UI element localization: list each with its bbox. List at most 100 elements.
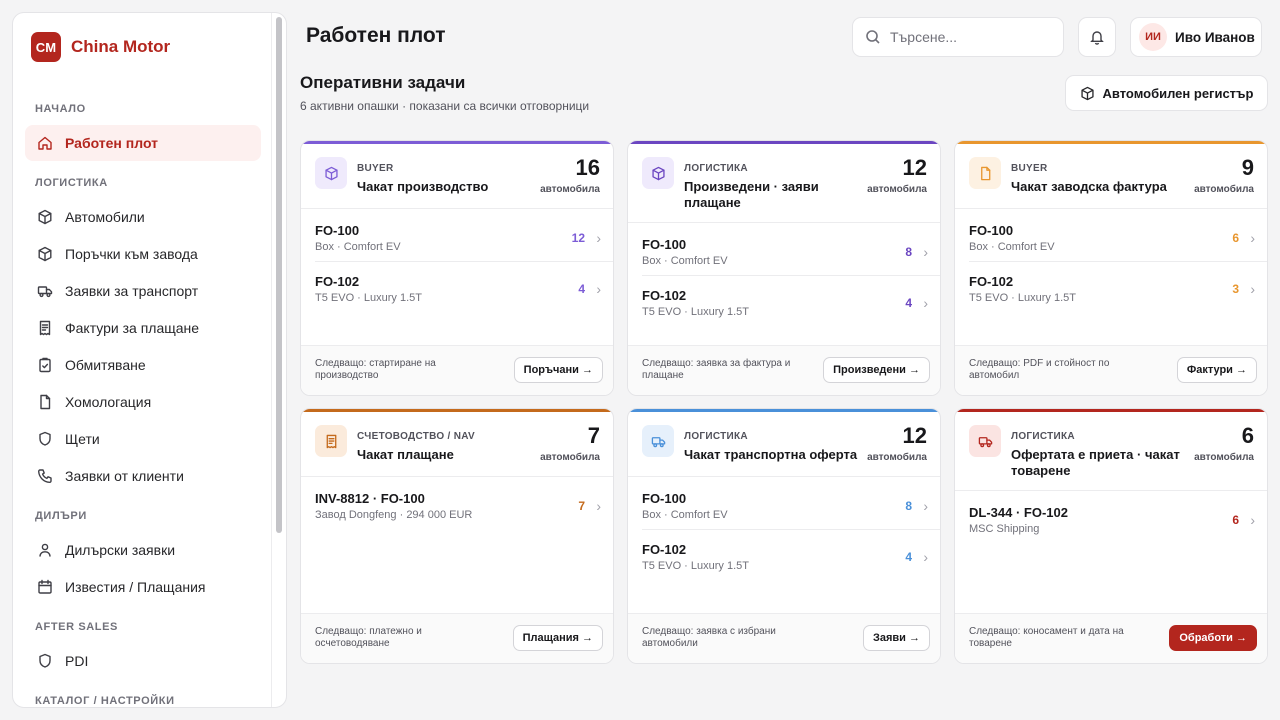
sidebar-item-label: Хомологация	[65, 394, 152, 410]
shield-icon	[39, 431, 51, 446]
card-row[interactable]: FO-100 Box · Comfort EV 8 ›	[628, 491, 940, 541]
sidebar-item-работен-плот[interactable]: Работен плот	[25, 125, 261, 161]
sidebar-item-щети[interactable]: Щети	[25, 421, 261, 457]
card-row[interactable]: FO-102 T5 EVO · Luxury 1.5T 4 ›	[628, 542, 940, 592]
card-row[interactable]: FO-100 Box · Comfort EV 12 ›	[301, 223, 613, 273]
box-icon	[1080, 86, 1094, 100]
task-card: ЛОГИСТИКА Чакат транспортна оферта 12 автом…	[627, 408, 941, 664]
page-title: Работен плот	[306, 24, 446, 47]
card-accent-bar	[955, 141, 1267, 144]
card-unit: автомобила	[1194, 184, 1254, 195]
card-footer: Следващо: заявка за фактура и плащане Про…	[628, 345, 940, 395]
card-count: 12	[902, 423, 927, 448]
task-card: ЛОГИСТИКА Офертата е приета · чакат товар…	[954, 408, 1268, 664]
sidebar-item-известия-плащания[interactable]: Известия / Плащания	[25, 569, 261, 605]
row-title: FO-102	[315, 274, 360, 289]
user-menu-button[interactable]: ИИ Иво Иванов	[1130, 17, 1262, 57]
sidebar-item-дилърски-заявки[interactable]: Дилърски заявки	[25, 532, 261, 568]
chevron-right-icon: ›	[923, 498, 928, 514]
sidebar-item-pdi[interactable]: PDI	[25, 643, 261, 679]
section-title: Оперативни задачи	[300, 73, 466, 92]
search-box[interactable]	[852, 17, 1064, 57]
sidebar-item-заявки-от-клиенти[interactable]: Заявки от клиенти	[25, 458, 261, 494]
chevron-right-icon: ›	[923, 295, 928, 311]
card-action-button[interactable]: Заяви →	[862, 625, 930, 651]
card-icon-box	[315, 425, 347, 457]
home-icon	[38, 136, 52, 150]
card-row[interactable]: FO-100 Box · Comfort EV 8 ›	[628, 237, 940, 287]
card-row[interactable]: DL-344 · FO-102 MSC Shipping 6 ›	[955, 505, 1267, 555]
card-accent-bar	[628, 409, 940, 412]
brand[interactable]: CM China Motor	[31, 32, 170, 62]
row-count: 4	[578, 282, 585, 296]
sidebar-item-label: Заявки от клиенти	[65, 468, 184, 484]
sidebar-section-label: НАЧАЛО	[35, 103, 86, 115]
phone-icon	[38, 469, 52, 483]
row-title: FO-100	[642, 491, 687, 506]
card-accent-bar	[628, 141, 940, 144]
chevron-right-icon: ›	[1250, 230, 1255, 246]
sidebar-item-обмитяване[interactable]: Обмитяване	[25, 347, 261, 383]
chevron-right-icon: ›	[923, 244, 928, 260]
sidebar-item-заявки-за-транспорт[interactable]: Заявки за транспорт	[25, 273, 261, 309]
row-subtitle: T5 EVO · Luxury 1.5T	[642, 306, 749, 318]
sidebar-item-хомологация[interactable]: Хомологация	[25, 384, 261, 420]
sidebar-scrollbar[interactable]	[276, 17, 282, 533]
card-action-button[interactable]: Обработи →	[1169, 625, 1257, 651]
vehicle-register-button[interactable]: Автомобилен регистър	[1065, 75, 1268, 111]
card-row[interactable]: FO-102 T5 EVO · Luxury 1.5T 4 ›	[628, 288, 940, 338]
file-icon	[980, 166, 990, 180]
sidebar-item-label: Дилърски заявки	[65, 542, 176, 558]
card-action-button[interactable]: Произведени →	[823, 357, 930, 383]
sidebar-item-label: Фактури за плащане	[65, 320, 200, 336]
card-category: BUYER	[357, 163, 394, 174]
chevron-right-icon: ›	[923, 549, 928, 565]
chevron-right-icon: ›	[596, 498, 601, 514]
card-title: Чакат плащане	[357, 447, 454, 462]
user-name: Иво Иванов	[1175, 29, 1255, 45]
card-row[interactable]: FO-102 T5 EVO · Luxury 1.5T 4 ›	[301, 274, 613, 324]
card-icon-box	[642, 425, 674, 457]
search-icon	[866, 30, 880, 44]
card-unit: автомобила	[540, 184, 600, 195]
card-header-divider	[955, 208, 1267, 209]
row-divider	[315, 261, 613, 262]
sidebar-item-фактури-за-плащане[interactable]: Фактури за плащане	[25, 310, 261, 346]
card-accent-bar	[955, 409, 1267, 412]
card-header-divider	[301, 476, 613, 477]
row-subtitle: T5 EVO · Luxury 1.5T	[315, 292, 422, 304]
row-title: DL-344 · FO-102	[969, 505, 1068, 520]
truck-icon	[651, 436, 665, 447]
row-count: 6	[1232, 231, 1239, 245]
card-title: Чакат транспортна оферта	[684, 447, 858, 462]
card-action-button[interactable]: Плащания →	[512, 625, 603, 651]
card-title: Офертата е приета · чакат товарене	[1011, 447, 1180, 478]
row-subtitle: MSC Shipping	[969, 523, 1040, 535]
row-count: 8	[905, 245, 912, 259]
card-row[interactable]: INV-8812 · FO-100 Завод Dongfeng · 294 00…	[301, 491, 613, 541]
card-row[interactable]: FO-102 T5 EVO · Luxury 1.5T 3 ›	[955, 274, 1267, 324]
card-icon-box	[642, 157, 674, 189]
card-row[interactable]: FO-100 Box · Comfort EV 6 ›	[955, 223, 1267, 273]
row-title: FO-100	[642, 237, 687, 252]
card-category: ЛОГИСТИКА	[1011, 431, 1075, 442]
card-action-button[interactable]: Фактури →	[1176, 357, 1257, 383]
shield-icon	[39, 653, 51, 668]
card-category: BUYER	[1011, 163, 1048, 174]
card-header-divider	[628, 222, 940, 223]
chevron-right-icon: ›	[596, 281, 601, 297]
next-step-text: Следващо: коносамент и дата на товарене	[969, 626, 1124, 649]
search-input[interactable]	[890, 29, 1050, 45]
sidebar-section-label: ДИЛЪРИ	[35, 510, 87, 522]
task-card: BUYER Чакат заводска фактура 9 автомобила FO…	[954, 140, 1268, 396]
sidebar-item-поръчки-към-завода[interactable]: Поръчки към завода	[25, 236, 261, 272]
card-action-button[interactable]: Поръчани →	[513, 357, 603, 383]
sidebar: CM China Motor НАЧАЛО Работен плот ЛОГИСТИ…	[12, 12, 287, 708]
sidebar-item-автомобили[interactable]: Автомобили	[25, 199, 261, 235]
notifications-button[interactable]	[1078, 17, 1116, 57]
card-icon-box	[315, 157, 347, 189]
row-count: 3	[1232, 282, 1239, 296]
chevron-right-icon: ›	[1250, 512, 1255, 528]
row-title: FO-102	[642, 542, 687, 557]
chevron-right-icon: ›	[1250, 281, 1255, 297]
